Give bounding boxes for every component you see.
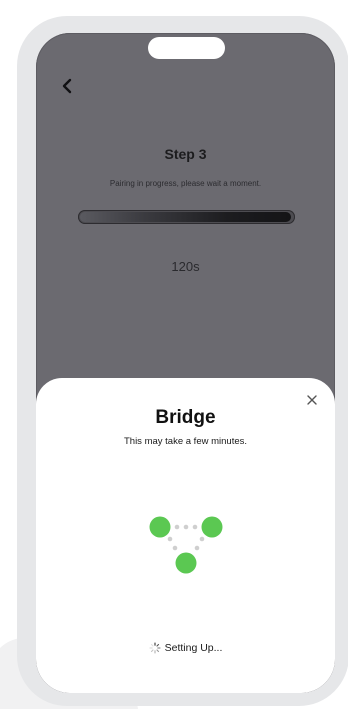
pairing-progress-bar bbox=[78, 210, 295, 224]
sheet-title: Bridge bbox=[155, 407, 216, 428]
progress-fill bbox=[80, 212, 291, 222]
notch bbox=[148, 37, 225, 59]
phone-screen: Step 3 Pairing in progress, please wait … bbox=[36, 33, 335, 693]
close-button[interactable] bbox=[305, 393, 319, 407]
chevron-left-icon bbox=[62, 78, 72, 94]
countdown-timer: 120s bbox=[171, 259, 200, 274]
close-icon bbox=[307, 395, 317, 405]
network-connection-icon bbox=[149, 516, 223, 574]
step-subtitle: Pairing in progress, please wait a momen… bbox=[109, 179, 262, 188]
setup-status: Setting Up... bbox=[36, 642, 335, 654]
sheet-subtitle: This may take a few minutes. bbox=[123, 436, 248, 447]
step-title: Step 3 bbox=[164, 146, 207, 162]
bottom-sheet: Bridge This may take a few minutes. Sett… bbox=[36, 378, 335, 693]
back-button[interactable] bbox=[56, 75, 78, 97]
status-label: Setting Up... bbox=[164, 642, 223, 654]
spinner-icon bbox=[149, 642, 161, 654]
